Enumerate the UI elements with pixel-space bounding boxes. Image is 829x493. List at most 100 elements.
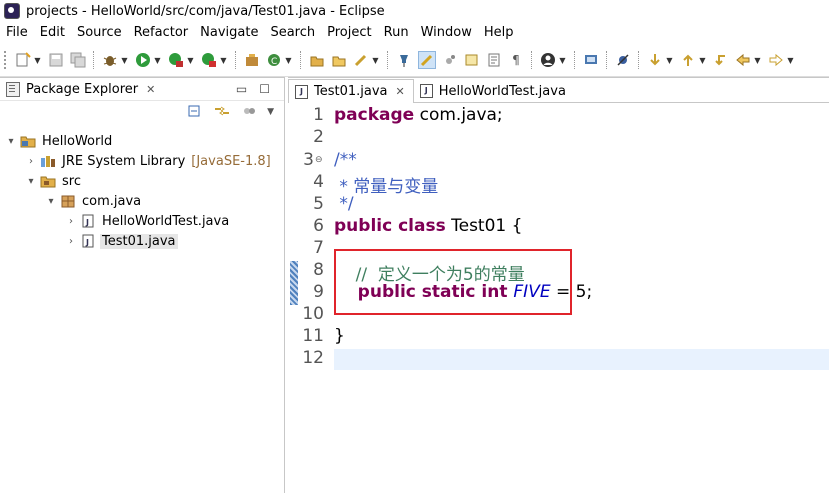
project-folder-icon bbox=[20, 134, 36, 148]
run-dropdown-icon[interactable]: ▼ bbox=[154, 52, 161, 68]
java-file-icon: J bbox=[295, 84, 308, 99]
external-tools-icon[interactable] bbox=[201, 52, 217, 68]
menu-search[interactable]: Search bbox=[264, 25, 321, 40]
save-icon[interactable] bbox=[48, 52, 64, 68]
tree-item-src[interactable]: ▾ src bbox=[0, 171, 284, 191]
new-class-dropdown-icon[interactable]: ▼ bbox=[285, 52, 292, 68]
link-with-editor-icon[interactable] bbox=[213, 103, 231, 122]
tab-helloworldtest[interactable]: J HelloWorldTest.java bbox=[414, 80, 574, 102]
word-wrap-icon[interactable] bbox=[486, 52, 502, 68]
chevron-down-icon[interactable]: ▾ bbox=[44, 196, 58, 207]
prev-annotation-dropdown-icon[interactable]: ▼ bbox=[699, 52, 706, 68]
highlight-toggle-icon[interactable] bbox=[418, 51, 436, 69]
chevron-right-icon[interactable]: › bbox=[64, 236, 78, 247]
chevron-right-icon[interactable]: › bbox=[64, 216, 78, 227]
coverage-icon[interactable] bbox=[168, 52, 184, 68]
file-label: HelloWorldTest.java bbox=[102, 213, 230, 229]
chevron-down-icon[interactable]: ▾ bbox=[4, 136, 18, 147]
skip-breakpoints-icon[interactable] bbox=[615, 52, 631, 68]
chevron-down-icon[interactable]: ▾ bbox=[24, 176, 38, 187]
fold-icon[interactable]: ⊖ bbox=[315, 155, 323, 165]
next-annotation-dropdown-icon[interactable]: ▼ bbox=[666, 52, 673, 68]
menu-window[interactable]: Window bbox=[415, 25, 478, 40]
tree-item-file[interactable]: › J HelloWorldTest.java bbox=[0, 211, 284, 231]
search-dropdown-icon[interactable]: ▼ bbox=[372, 52, 379, 68]
profile-dropdown-icon[interactable]: ▼ bbox=[559, 52, 566, 68]
close-icon[interactable]: ✕ bbox=[146, 83, 155, 96]
svg-text:J: J bbox=[85, 238, 89, 247]
prev-annotation-icon[interactable] bbox=[680, 52, 696, 68]
src-label: src bbox=[62, 173, 81, 189]
view-menu-icon[interactable]: ▼ bbox=[267, 107, 274, 117]
jre-label: JRE System Library bbox=[62, 153, 186, 169]
external-tools-dropdown-icon[interactable]: ▼ bbox=[220, 52, 227, 68]
focus-icon[interactable] bbox=[241, 103, 257, 122]
toolbar-separator bbox=[387, 51, 389, 69]
save-all-icon[interactable] bbox=[70, 52, 86, 68]
block-selection-icon[interactable] bbox=[464, 52, 480, 68]
tab-label: Test01.java bbox=[314, 84, 388, 99]
menu-edit[interactable]: Edit bbox=[34, 25, 71, 40]
open-folder-icon[interactable] bbox=[331, 52, 347, 68]
new-dropdown-icon[interactable]: ▼ bbox=[34, 52, 41, 68]
close-icon[interactable]: ✕ bbox=[396, 85, 405, 98]
menu-file[interactable]: File bbox=[0, 25, 34, 40]
debug-dropdown-icon[interactable]: ▼ bbox=[121, 52, 128, 68]
line-number: 11 bbox=[302, 326, 324, 346]
title-bar: projects - HelloWorld/src/com/java/Test0… bbox=[0, 0, 829, 22]
tree-item-jre[interactable]: › JRE System Library [JavaSE-1.8] bbox=[0, 151, 284, 171]
toolbar-separator bbox=[606, 51, 608, 69]
pilcrow-icon[interactable]: ¶ bbox=[508, 52, 524, 68]
forward-dropdown-icon[interactable]: ▼ bbox=[787, 52, 794, 68]
line-number: 1 bbox=[313, 105, 324, 125]
tree-item-package[interactable]: ▾ com.java bbox=[0, 191, 284, 211]
current-line-highlight bbox=[334, 349, 829, 370]
next-annotation-icon[interactable] bbox=[647, 52, 663, 68]
chevron-right-icon[interactable]: › bbox=[24, 156, 38, 167]
toolbar-separator bbox=[638, 51, 640, 69]
line-number: 2 bbox=[313, 127, 324, 147]
menu-run[interactable]: Run bbox=[378, 25, 415, 40]
line-number: 6 bbox=[313, 216, 324, 236]
new-icon[interactable] bbox=[15, 52, 31, 68]
package-explorer-tabbar: Package Explorer ✕ ▭ ☐ bbox=[0, 78, 284, 101]
search-tool-icon[interactable] bbox=[353, 52, 369, 68]
highlight-box bbox=[334, 249, 572, 315]
last-edit-icon[interactable] bbox=[713, 52, 729, 68]
console-icon[interactable] bbox=[583, 52, 599, 68]
tree-item-project[interactable]: ▾ HelloWorld bbox=[0, 131, 284, 151]
menu-refactor[interactable]: Refactor bbox=[128, 25, 195, 40]
forward-icon[interactable] bbox=[768, 52, 784, 68]
run-icon[interactable] bbox=[135, 52, 151, 68]
java-file-icon: J bbox=[80, 234, 96, 248]
menu-help[interactable]: Help bbox=[478, 25, 520, 40]
package-explorer-title: Package Explorer bbox=[26, 81, 139, 97]
coverage-dropdown-icon[interactable]: ▼ bbox=[187, 52, 194, 68]
keyword: package bbox=[334, 105, 415, 125]
show-whitespace-icon[interactable] bbox=[442, 52, 458, 68]
tab-test01[interactable]: J Test01.java ✕ bbox=[288, 79, 414, 103]
tab-package-explorer[interactable]: Package Explorer ✕ bbox=[0, 78, 161, 100]
back-dropdown-icon[interactable]: ▼ bbox=[754, 52, 761, 68]
new-java-project-icon[interactable] bbox=[244, 52, 260, 68]
code-line-5: */ bbox=[334, 194, 354, 214]
code-area[interactable]: 1 2 3 ⊖ 4 5 6 7 8 9 10 11 12 package com… bbox=[288, 103, 829, 493]
minimize-icon[interactable]: ▭ bbox=[236, 82, 247, 96]
line-number: 5 bbox=[313, 194, 324, 214]
main-toolbar: ▼ ▼ ▼ ▼ ▼ C ▼ ▼ ¶ ▼ ▼ ▼ ▼ ▼ bbox=[0, 44, 829, 77]
toolbar-grip bbox=[4, 51, 9, 69]
open-type-icon[interactable] bbox=[309, 52, 325, 68]
debug-icon[interactable] bbox=[102, 52, 118, 68]
menu-source[interactable]: Source bbox=[71, 25, 128, 40]
profile-icon[interactable] bbox=[540, 52, 556, 68]
tab-label: HelloWorldTest.java bbox=[438, 83, 566, 99]
tree-item-file-selected[interactable]: › J Test01.java bbox=[0, 231, 284, 251]
menu-navigate[interactable]: Navigate bbox=[194, 25, 264, 40]
back-icon[interactable] bbox=[735, 52, 751, 68]
collapse-all-icon[interactable] bbox=[187, 103, 203, 122]
pin-icon[interactable] bbox=[396, 52, 412, 68]
maximize-icon[interactable]: ☐ bbox=[259, 82, 270, 96]
menu-project[interactable]: Project bbox=[321, 25, 377, 40]
java-file-icon: J bbox=[80, 214, 96, 228]
new-class-icon[interactable]: C bbox=[266, 52, 282, 68]
